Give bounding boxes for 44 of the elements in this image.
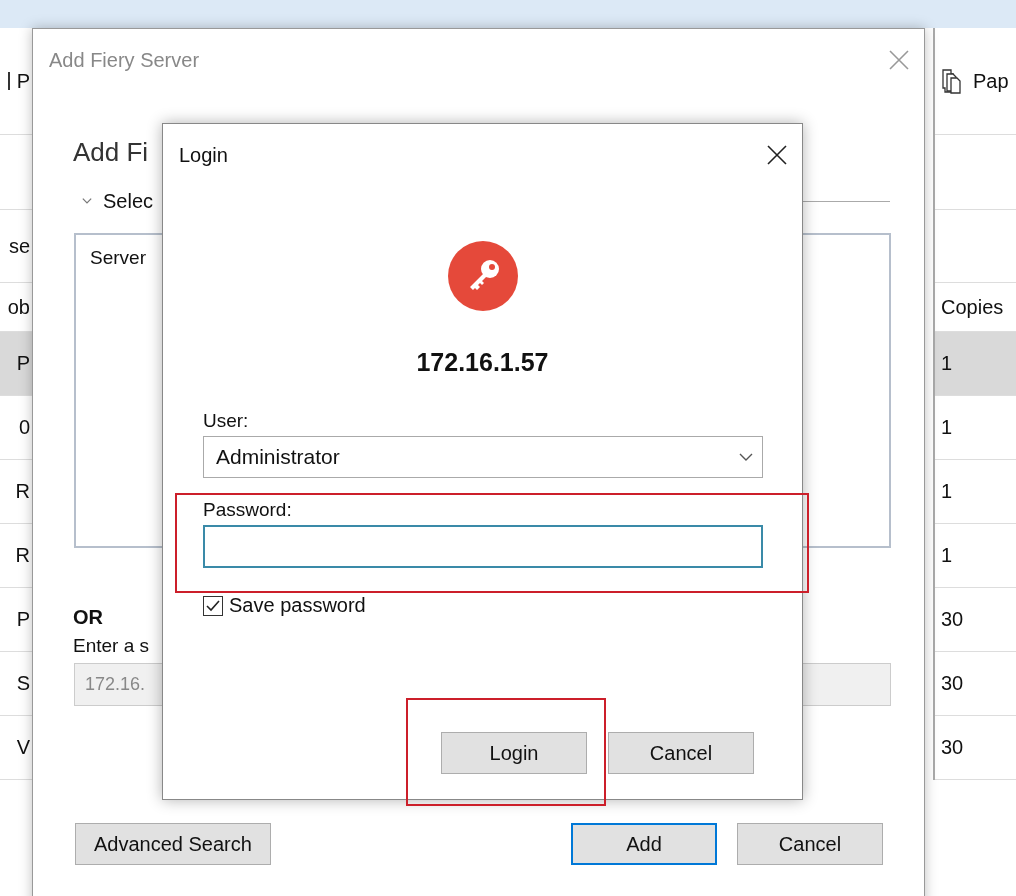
table-row[interactable]: P	[0, 332, 32, 396]
table-cell: 0	[18, 416, 30, 439]
table-row[interactable]: 1	[935, 524, 1016, 588]
user-dropdown[interactable]: Administrator	[203, 436, 763, 478]
window-title: Add Fiery Server	[49, 48, 200, 72]
advanced-search-button[interactable]: Advanced Search	[75, 823, 271, 865]
table-cell: 30	[941, 736, 964, 759]
login-button[interactable]: Login	[441, 732, 587, 774]
table-cell: R	[15, 544, 30, 567]
password-label: Password:	[203, 499, 292, 521]
window-title: Login	[179, 143, 228, 167]
table-row[interactable]: 30	[935, 716, 1016, 780]
table-cell: S	[16, 672, 30, 695]
table-cell: R	[15, 480, 30, 503]
table-cell: P	[16, 608, 30, 631]
table-cell: 30	[941, 672, 964, 695]
table-row[interactable]: 1	[935, 460, 1016, 524]
user-label: User:	[203, 410, 249, 432]
table-cell: V	[16, 736, 30, 759]
toolbar-label[interactable]: P	[16, 69, 30, 93]
table-cell: 30	[941, 608, 964, 631]
cancel-button[interactable]: Cancel	[737, 823, 883, 865]
table-row[interactable]: 1	[935, 396, 1016, 460]
cancel-button[interactable]: Cancel	[608, 732, 754, 774]
table-row[interactable]: 30	[935, 588, 1016, 652]
dialog-heading: Add Fi	[73, 137, 149, 168]
or-label: OR	[73, 606, 103, 629]
table-cell: P	[16, 352, 30, 375]
prompt-text: Enter a s	[73, 635, 150, 657]
table-row[interactable]: 1	[935, 332, 1016, 396]
table-cell: 1	[941, 544, 953, 567]
column-header: Server	[90, 247, 146, 269]
field-label: se	[8, 234, 30, 258]
toolbar-label[interactable]: Pap	[973, 69, 1009, 93]
column-header[interactable]: Copies	[941, 295, 1004, 319]
table-cell: 1	[941, 352, 953, 375]
server-address: 172.16.1.57	[416, 348, 549, 377]
table-cell: 1	[941, 416, 953, 439]
checkbox-label[interactable]: Save password	[229, 594, 366, 617]
column-header[interactable]: ob	[7, 295, 30, 319]
section-label[interactable]: Selec	[103, 190, 154, 213]
table-cell: 1	[941, 480, 953, 503]
table-row[interactable]: 30	[935, 652, 1016, 716]
add-button[interactable]: Add	[571, 823, 717, 865]
